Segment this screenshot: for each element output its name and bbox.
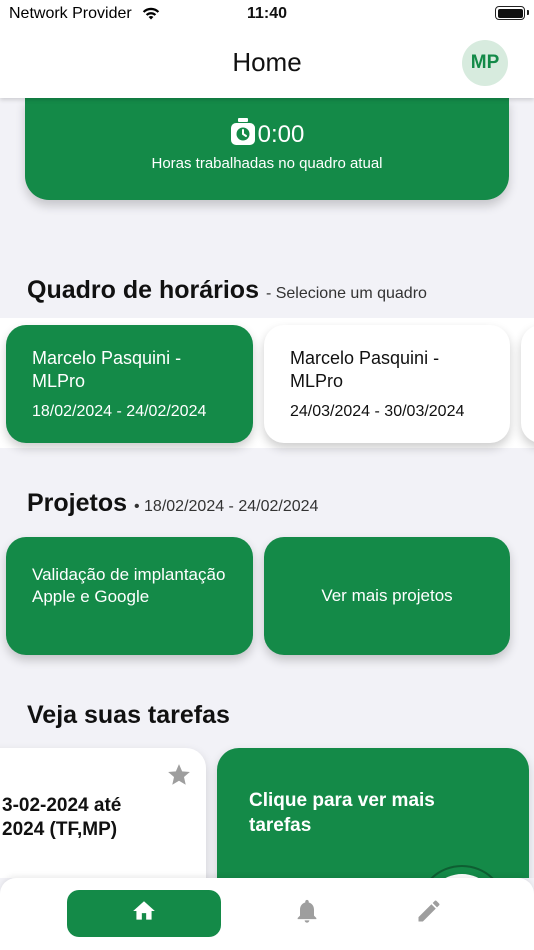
schedule-card-name: Marcelo Pasquini - MLPro xyxy=(32,348,182,391)
status-bar: Network Provider 11:40 xyxy=(0,0,534,28)
clock-illustration-icon: × xyxy=(399,848,517,878)
schedule-subtitle: - Selecione um quadro xyxy=(265,285,427,302)
battery-tip xyxy=(527,10,529,15)
more-tasks-label: Clique para ver mais tarefas xyxy=(249,790,435,836)
main-content[interactable]: 0:00 Horas trabalhadas no quadro atual Q… xyxy=(0,98,534,878)
schedule-card-2[interactable]: Marcelo Pasquini - MLPro 24/03/2024 - 30… xyxy=(264,325,510,443)
tasks-section-title: Veja suas tarefas xyxy=(27,701,230,729)
schedule-card-dates: 18/02/2024 - 24/02/2024 xyxy=(32,403,207,420)
project-card-label: Validação de implantação Apple e Google xyxy=(32,565,226,606)
battery-icon xyxy=(495,6,525,20)
schedule-band: Marcelo Pasquini - MLPro 18/02/2024 - 24… xyxy=(0,318,534,448)
projects-section-title: Projetos • 18/02/2024 - 24/02/2024 xyxy=(27,489,318,518)
clock-time: 11:40 xyxy=(246,5,288,22)
schedule-title: Quadro de horários xyxy=(27,276,259,304)
star-icon[interactable] xyxy=(166,762,192,793)
more-tasks-button[interactable]: Clique para ver mais tarefas × xyxy=(217,748,529,878)
task-card[interactable]: 3-02-2024 até 2024 (TF,MP) xyxy=(0,748,206,878)
nav-notifications-button[interactable] xyxy=(292,898,322,928)
projects-subtitle: • 18/02/2024 - 24/02/2024 xyxy=(133,498,319,515)
schedule-card-3[interactable] xyxy=(521,325,534,443)
hours-timer: 0:00 xyxy=(257,120,305,148)
hours-card: 0:00 Horas trabalhadas no quadro atual xyxy=(25,98,509,200)
bottom-nav xyxy=(0,878,534,950)
nav-edit-button[interactable] xyxy=(414,898,444,928)
nav-home-button[interactable] xyxy=(67,890,221,937)
schedule-card-name: Marcelo Pasquini - MLPro xyxy=(290,348,440,391)
task-card-title: 3-02-2024 até 2024 (TF,MP) xyxy=(2,795,122,840)
project-card-1[interactable]: Validação de implantação Apple e Google xyxy=(6,537,253,655)
schedule-card-dates: 24/03/2024 - 30/03/2024 xyxy=(290,403,465,420)
hours-caption: Horas trabalhadas no quadro atual xyxy=(151,155,383,172)
more-projects-button[interactable]: Ver mais projetos xyxy=(264,537,510,655)
page-title: Home xyxy=(232,47,302,77)
home-icon xyxy=(130,898,158,929)
schedule-section-title: Quadro de horários - Selecione um quadro xyxy=(27,276,427,305)
pencil-icon xyxy=(415,897,443,930)
app-header: Home MP xyxy=(0,28,534,98)
stopwatch-icon xyxy=(230,118,256,151)
more-projects-label: Ver mais projetos xyxy=(321,586,453,605)
avatar[interactable]: MP xyxy=(462,40,508,86)
bell-icon xyxy=(293,897,321,930)
schedule-card-1[interactable]: Marcelo Pasquini - MLPro 18/02/2024 - 24… xyxy=(6,325,253,443)
projects-title: Projetos xyxy=(27,489,128,517)
